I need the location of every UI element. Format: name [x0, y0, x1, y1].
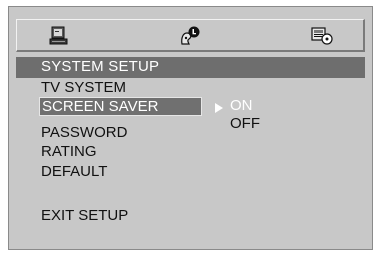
general-setup-icon	[49, 26, 68, 44]
video-setup-icon	[311, 26, 333, 45]
menu-item-exit-setup[interactable]: EXIT SETUP	[41, 207, 128, 224]
tab-audio-setup[interactable]	[161, 21, 221, 50]
setup-content-panel: SYSTEM SETUP TV SYSTEM SCREEN SAVER PASS…	[16, 57, 365, 245]
menu-item-rating[interactable]: RATING	[41, 143, 97, 160]
setup-icon-bar	[16, 19, 365, 52]
option-on[interactable]: ON	[230, 97, 253, 114]
menu-item-tv-system[interactable]: TV SYSTEM	[41, 79, 126, 96]
setup-menu-frame: SYSTEM SETUP TV SYSTEM SCREEN SAVER PASS…	[8, 6, 373, 250]
menu-item-screen-saver[interactable]: SCREEN SAVER	[39, 97, 202, 116]
menu-item-password[interactable]: PASSWORD	[41, 124, 127, 141]
audio-setup-icon	[181, 26, 200, 45]
tab-video-setup[interactable]	[293, 21, 353, 50]
submenu-arrow-icon	[215, 103, 223, 113]
option-off[interactable]: OFF	[230, 115, 260, 132]
page-title: SYSTEM SETUP	[41, 58, 160, 75]
menu-item-default[interactable]: DEFAULT	[41, 163, 107, 180]
tab-general-setup[interactable]	[29, 21, 89, 50]
